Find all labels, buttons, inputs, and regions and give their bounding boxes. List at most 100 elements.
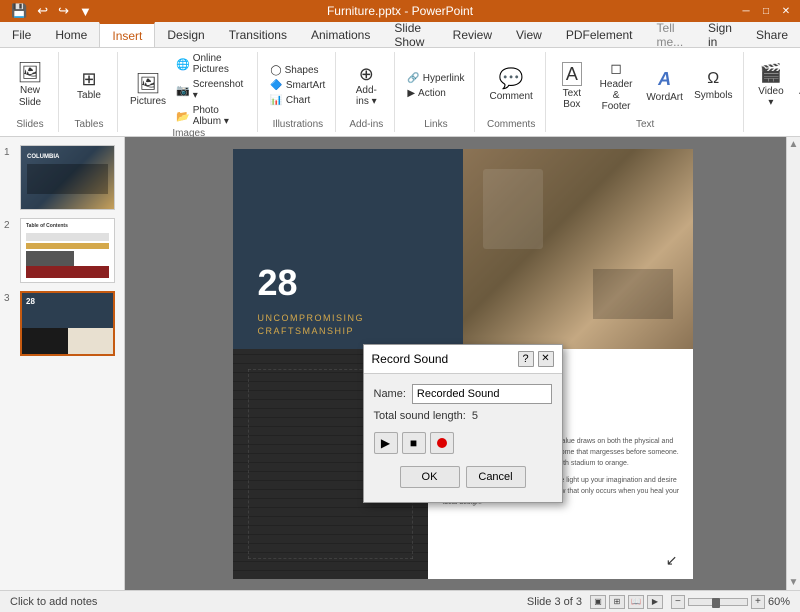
audio-btn[interactable]: 🎵 Audio ▾ [792,60,800,111]
symbols-label: Symbols [694,90,732,101]
media-group-items: 🎬 Video ▾ 🎵 Audio ▾ ⬛ ScreenRecording [752,52,800,119]
hyperlink-btn[interactable]: 🔗 Hyperlink [403,72,468,85]
dialog-title-bar: Record Sound ? ✕ [364,345,562,374]
maximize-btn[interactable]: □ [760,5,772,17]
tab-review[interactable]: Review [441,22,504,47]
ribbon-group-comments: 💬 Comment Comments [477,52,545,132]
canvas-area: 28 UNCOMPROMISINGCRAFTSMANSHIP [125,137,800,590]
tab-signin[interactable]: Sign in [696,22,744,47]
ok-btn[interactable]: OK [400,466,460,488]
action-icon: ▶ [407,88,415,99]
dialog-close-btn[interactable]: ✕ [538,351,554,367]
slide-sorter-btn[interactable]: ⊞ [609,595,625,609]
redo-qat-btn[interactable]: ↪ [55,2,72,20]
table-btn[interactable]: ⊞ Table [67,66,111,105]
video-icon: 🎬 [760,63,782,84]
slideshow-btn[interactable]: ▶ [647,595,663,609]
smartart-icon: 🔷 [270,80,282,91]
table-label: Table [77,90,101,101]
zoom-level: 60% [768,596,790,608]
ribbon-group-text: A TextBox ◻ Header& Footer A WordArt Ω S… [548,52,744,132]
shapes-btn[interactable]: ◯ Shapes [266,64,329,77]
video-label: Video ▾ [757,86,786,108]
zoom-in-btn[interactable]: + [751,595,765,609]
chart-icon: 📊 [270,95,282,106]
new-slide-icon: 🖼 [17,63,42,83]
tab-pdfelement[interactable]: PDFelement [554,22,645,47]
name-input[interactable] [412,384,552,404]
symbols-btn[interactable]: Ω Symbols [690,67,736,104]
total-label: Total sound length: [374,410,466,422]
chart-btn[interactable]: 📊 Chart [266,94,329,107]
shapes-icon: ◯ [270,65,281,76]
screenshot-icon: 📷 [176,84,190,97]
tab-home[interactable]: Home [43,22,99,47]
record-dot-icon [437,438,447,448]
slide-thumb-1[interactable]: 1 COLUMBIA [4,145,120,210]
window-title: Furniture.pptx - PowerPoint [327,4,473,18]
minimize-btn[interactable]: ─ [740,5,752,17]
slide-thumb-2[interactable]: 2 Table of Contents [4,218,120,283]
screenshot-btn[interactable]: 📷 Screenshot ▾ [172,78,251,102]
comment-icon: 💬 [499,69,524,89]
addins-icon: ⊕ [359,65,374,83]
undo-qat-btn[interactable]: ↩ [34,2,51,20]
stop-btn[interactable]: ■ [402,432,426,454]
dialog-help-btn[interactable]: ? [518,351,534,367]
action-btn[interactable]: ▶ Action [403,87,468,100]
header-footer-btn[interactable]: ◻ Header& Footer [593,57,639,115]
normal-view-btn[interactable]: ▣ [590,595,606,609]
save-qat-btn[interactable]: 💾 [8,2,30,20]
tab-share[interactable]: Share [744,22,800,47]
status-bar: Click to add notes Slide 3 of 3 ▣ ⊞ 📖 ▶ … [0,590,800,612]
slides-group-items: 🖼 NewSlide [8,52,52,119]
notes-placeholder: Click to add notes [10,596,97,608]
header-footer-icon: ◻ [610,60,622,77]
slide-thumb-3[interactable]: 3 28 [4,291,120,356]
zoom-out-btn[interactable]: − [671,595,685,609]
photo-album-btn[interactable]: 📂 Photo Album ▾ [172,104,251,128]
pictures-btn[interactable]: 🖼 Pictures [126,70,170,111]
ribbon-group-media: 🎬 Video ▾ 🎵 Audio ▾ ⬛ ScreenRecording Me… [746,52,800,132]
play-btn[interactable]: ▶ [374,432,398,454]
tab-slideshow[interactable]: Slide Show [382,22,440,47]
video-btn[interactable]: 🎬 Video ▾ [752,60,791,111]
online-pictures-btn[interactable]: 🌐 Online Pictures [172,52,251,76]
slide-num-2: 2 [4,218,16,231]
comment-btn[interactable]: 💬 Comment [483,65,538,106]
addins-label: Add-ins ▾ [356,85,377,107]
stop-icon: ■ [410,436,417,450]
wordart-btn[interactable]: A WordArt [642,66,687,106]
tab-view[interactable]: View [504,22,554,47]
record-btn[interactable] [430,432,454,454]
images-group-items: 🖼 Pictures 🌐 Online Pictures 📷 Screensho… [126,52,251,128]
tab-animations[interactable]: Animations [299,22,382,47]
customize-qat-btn[interactable]: ▼ [76,3,95,20]
smartart-btn[interactable]: 🔷 SmartArt [266,79,329,92]
tables-group-label: Tables [75,119,104,132]
symbols-icon: Ω [707,70,719,88]
close-btn[interactable]: ✕ [780,5,792,17]
comments-group-label: Comments [487,119,535,132]
text-group-items: A TextBox ◻ Header& Footer A WordArt Ω S… [554,52,737,119]
addins-group-label: Add-ins [349,119,383,132]
zoom-slider[interactable] [688,598,748,606]
playback-controls: ▶ ■ [374,432,552,454]
reading-view-btn[interactable]: 📖 [628,595,644,609]
addins-btn[interactable]: ⊕ Add-ins ▾ [344,61,388,111]
slide-img-1: COLUMBIA [20,145,115,210]
ribbon-group-tables: ⊞ Table Tables [61,52,118,132]
tab-tellme[interactable]: Tell me... [645,22,696,47]
tab-transitions[interactable]: Transitions [217,22,299,47]
name-row: Name: [374,384,552,404]
new-slide-btn[interactable]: 🖼 NewSlide [8,59,52,113]
sound-length-row: Total sound length: 5 [374,410,552,422]
slide-img-2: Table of Contents [20,218,115,283]
tab-design[interactable]: Design [155,22,216,47]
cancel-btn[interactable]: Cancel [466,466,526,488]
tab-insert[interactable]: Insert [99,22,155,47]
modal-overlay: Record Sound ? ✕ Name: Total sound lengt… [125,137,800,590]
textbox-btn[interactable]: A TextBox [554,59,590,113]
tab-file[interactable]: File [0,22,43,47]
total-value: 5 [472,410,478,422]
